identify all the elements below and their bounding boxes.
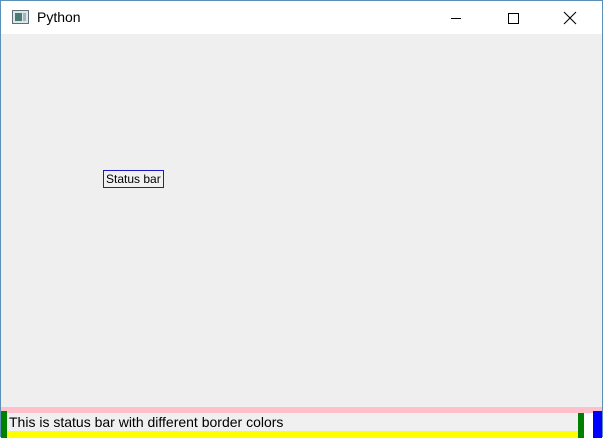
- close-button[interactable]: [547, 1, 593, 34]
- status-bar: This is status bar with different border…: [1, 407, 602, 438]
- status-bar-border-top: [1, 407, 602, 413]
- status-bar-border-right: [593, 411, 602, 438]
- maximize-icon: [508, 12, 519, 24]
- client-area: Status bar: [1, 34, 602, 407]
- title-bar[interactable]: Python: [1, 1, 602, 34]
- tk-window-icon: [12, 10, 29, 24]
- close-icon: [563, 11, 577, 24]
- status-bar-border-gap: [584, 413, 593, 438]
- maximize-button[interactable]: [490, 1, 536, 34]
- minimize-icon: [451, 17, 461, 19]
- minimize-button[interactable]: [433, 1, 479, 34]
- window-title: Python: [37, 9, 81, 25]
- status-bar-label: Status bar: [103, 170, 164, 188]
- status-bar-text: This is status bar with different border…: [9, 414, 284, 430]
- app-window: Python Status bar This is status bar wit…: [0, 0, 603, 438]
- status-bar-border-inner-right: [578, 413, 584, 438]
